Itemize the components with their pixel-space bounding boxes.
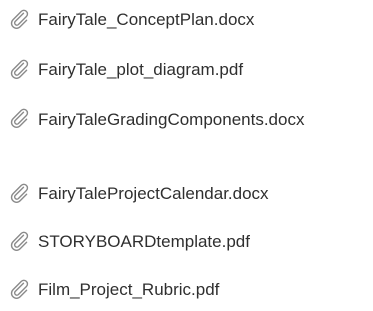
paperclip-icon: [8, 58, 30, 80]
paperclip-icon: [8, 278, 30, 300]
attachment-name: Film_Project_Rubric.pdf: [38, 280, 220, 299]
paperclip-icon: [8, 8, 30, 30]
attachment-name: FairyTale_ConceptPlan.docx: [38, 10, 255, 29]
paperclip-icon: [8, 182, 30, 204]
attachment-name: FairyTaleProjectCalendar.docx: [38, 184, 269, 203]
attachment-list: FairyTale_ConceptPlan.docx FairyTale_plo…: [0, 0, 373, 311]
attachment-name: FairyTale_plot_diagram.pdf: [38, 60, 244, 79]
paperclip-icon: [8, 107, 30, 129]
attachment-name: STORYBOARDtemplate.pdf: [38, 232, 250, 251]
paperclip-icon: [8, 230, 30, 252]
attachment-name: FairyTaleGradingComponents.docx: [38, 110, 305, 129]
